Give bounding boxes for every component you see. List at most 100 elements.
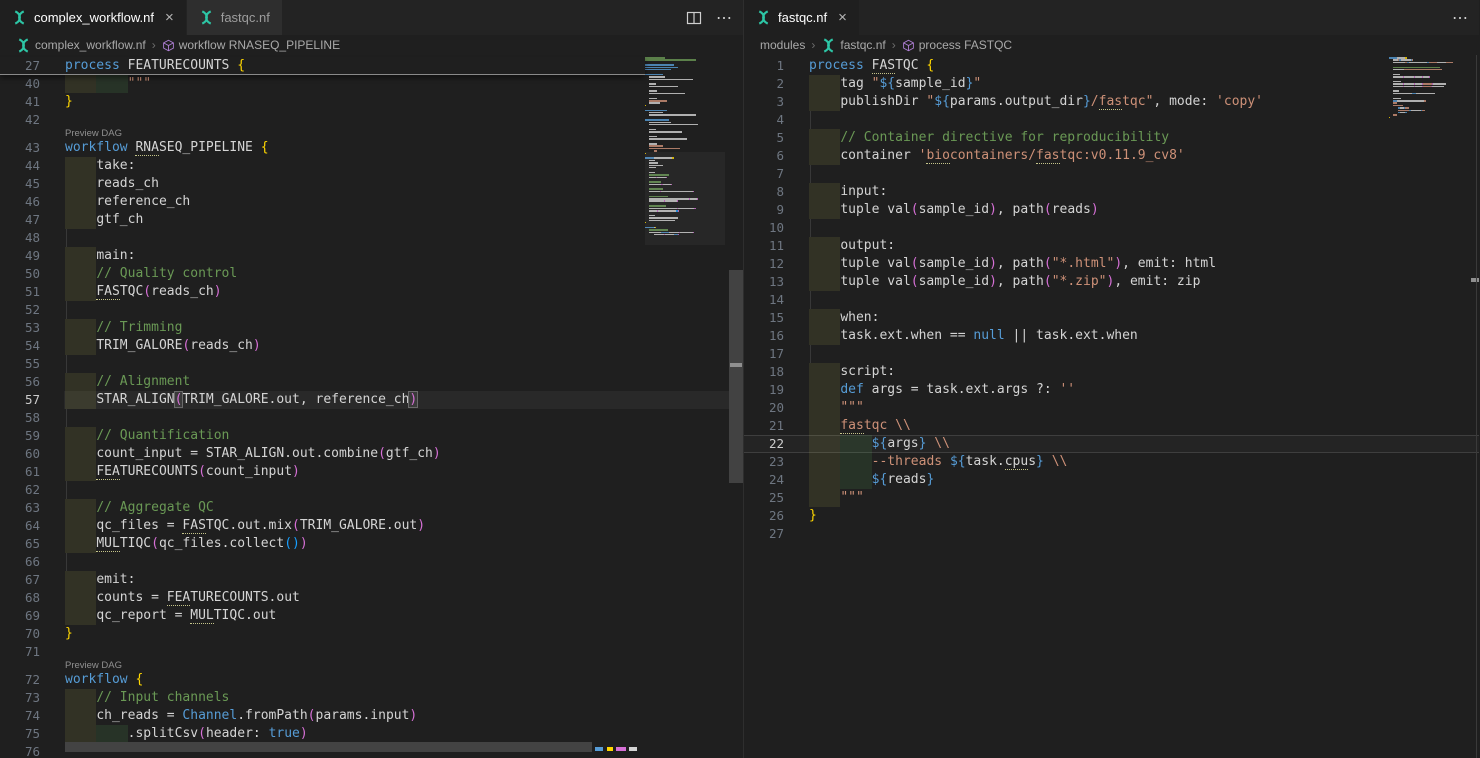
line-number: 59 [0, 427, 40, 445]
code-line-51[interactable]: 51FASTQC(reads_ch) [0, 283, 743, 301]
code-line-58[interactable]: 58 [0, 409, 743, 427]
horizontal-scrollbar-thumb[interactable] [65, 742, 592, 752]
breadcrumb-item[interactable]: complex_workflow.nf [16, 38, 146, 53]
code-line-27[interactable]: 27 [744, 525, 1479, 543]
code-line-62[interactable]: 62 [0, 481, 743, 499]
breadcrumb-item[interactable]: workflow RNASEQ_PIPELINE [162, 38, 340, 52]
code-line-64[interactable]: 64qc_files = FASTQC.out.mix(TRIM_GALORE.… [0, 517, 743, 535]
minimap-slider[interactable] [645, 152, 725, 245]
more-actions-icon[interactable]: ⋯ [716, 8, 733, 28]
tabs-container-right: fastqc.nf× [744, 0, 860, 35]
indent-highlight [809, 93, 840, 111]
tab-fastqc-nf[interactable]: fastqc.nf× [744, 0, 860, 35]
code-line-50[interactable]: 50// Quality control [0, 265, 743, 283]
code-line-49[interactable]: 49main: [0, 247, 743, 265]
code-line-25[interactable]: 25""" [744, 489, 1479, 507]
code-line-22[interactable]: 22${args} \\ [744, 435, 1479, 453]
code-line-61[interactable]: 61FEATURECOUNTS(count_input) [0, 463, 743, 481]
code-line-56[interactable]: 56// Alignment [0, 373, 743, 391]
code-line-23[interactable]: 23--threads ${task.cpus} \\ [744, 453, 1479, 471]
code-text: fastqc \\ [840, 417, 910, 435]
editor-right[interactable]: 1process FASTQC {2tag "${sample_id}"3pub… [744, 55, 1479, 758]
code-line-69[interactable]: 69qc_report = MULTIQC.out [0, 607, 743, 625]
code-line-46[interactable]: 46reference_ch [0, 193, 743, 211]
tab-complex-workflow-nf[interactable]: complex_workflow.nf × [0, 0, 187, 35]
code-line-11[interactable]: 11output: [744, 237, 1479, 255]
code-line-20[interactable]: 20""" [744, 399, 1479, 417]
breadcrumb-item[interactable]: process FASTQC [902, 38, 1012, 52]
line-number: 6 [744, 147, 784, 165]
code-line-17[interactable]: 17 [744, 345, 1479, 363]
code-line-54[interactable]: 54TRIM_GALORE(reads_ch) [0, 337, 743, 355]
code-line-74[interactable]: 74ch_reads = Channel.fromPath(params.inp… [0, 707, 743, 725]
minimap[interactable] [645, 57, 725, 239]
breadcrumb-item[interactable]: modules [760, 38, 805, 52]
tab-label: complex_workflow.nf [34, 10, 154, 25]
code-line-70[interactable]: 70} [0, 625, 743, 643]
tab-close-icon[interactable]: × [165, 10, 174, 25]
code-line-73[interactable]: 73// Input channels [0, 689, 743, 707]
code-line-68[interactable]: 68counts = FEATURECOUNTS.out [0, 589, 743, 607]
codelens-preview-dag[interactable]: Preview DAG [65, 128, 122, 139]
code-line-1[interactable]: 1process FASTQC { [744, 57, 1479, 75]
tab-close-icon[interactable]: × [838, 10, 847, 25]
code-line-3[interactable]: 3publishDir "${params.output_dir}/fastqc… [744, 93, 1479, 111]
code-line-48[interactable]: 48 [0, 229, 743, 247]
code-line-18[interactable]: 18script: [744, 363, 1479, 381]
indent-highlight [65, 391, 96, 409]
code-line-40[interactable]: 40""" [0, 75, 743, 93]
code-line-19[interactable]: 19def args = task.ext.args ?: '' [744, 381, 1479, 399]
codelens-preview-dag[interactable]: Preview DAG [65, 660, 122, 671]
horizontal-scrollbar[interactable] [0, 741, 645, 753]
code-line-66[interactable]: 66 [0, 553, 743, 571]
vertical-scrollbar-thumb[interactable] [729, 270, 743, 483]
code-line-8[interactable]: 8input: [744, 183, 1479, 201]
code-line-2[interactable]: 2tag "${sample_id}" [744, 75, 1479, 93]
code-line-43[interactable]: 43workflow RNASEQ_PIPELINE { [0, 139, 743, 157]
code-line-60[interactable]: 60count_input = STAR_ALIGN.out.combine(g… [0, 445, 743, 463]
code-line-7[interactable]: 7 [744, 165, 1479, 183]
code-line-4[interactable]: 4 [744, 111, 1479, 129]
code-line-53[interactable]: 53// Trimming [0, 319, 743, 337]
code-line-42[interactable]: 42 [0, 111, 743, 129]
breadcrumb-separator: › [150, 38, 158, 52]
code-line-14[interactable]: 14 [744, 291, 1479, 309]
editor-left[interactable]: 40"""41}42Preview DAG43workflow RNASEQ_P… [0, 55, 743, 758]
code-line-45[interactable]: 45reads_ch [0, 175, 743, 193]
code-line-21[interactable]: 21fastqc \\ [744, 417, 1479, 435]
code-line-16[interactable]: 16task.ext.when == null || task.ext.when [744, 327, 1479, 345]
code-line-57[interactable]: 57STAR_ALIGN(TRIM_GALORE.out, reference_… [0, 391, 743, 409]
code-line-9[interactable]: 9tuple val(sample_id), path(reads) [744, 201, 1479, 219]
code-line-47[interactable]: 47gtf_ch [0, 211, 743, 229]
sticky-scroll-line[interactable]: 27process FEATURECOUNTS { [0, 57, 645, 75]
tab-fastqc-nf[interactable]: fastqc.nf [187, 0, 283, 35]
code-text: } [65, 625, 73, 643]
code-line-26[interactable]: 26} [744, 507, 1479, 525]
code-line-6[interactable]: 6container 'biocontainers/fastqc:v0.11.9… [744, 147, 1479, 165]
split-editor-icon[interactable] [686, 10, 702, 26]
minimap[interactable] [1389, 57, 1469, 122]
code-line-10[interactable]: 10 [744, 219, 1479, 237]
code-line-5[interactable]: 5// Container directive for reproducibil… [744, 129, 1479, 147]
code-line-67[interactable]: 67emit: [0, 571, 743, 589]
code-line-72[interactable]: 72workflow { [0, 671, 743, 689]
code-line-55[interactable]: 55 [0, 355, 743, 373]
code-line-44[interactable]: 44take: [0, 157, 743, 175]
nextflow-icon [12, 10, 27, 25]
code-line-71[interactable]: 71 [0, 643, 743, 661]
more-actions-icon[interactable]: ⋯ [1452, 8, 1469, 28]
breadcrumb-item[interactable]: fastqc.nf [821, 38, 885, 53]
code-line-12[interactable]: 12tuple val(sample_id), path("*.html"), … [744, 255, 1479, 273]
code-text: gtf_ch [96, 211, 143, 229]
vertical-scrollbar[interactable] [729, 55, 743, 758]
line-number: 3 [744, 93, 784, 111]
code-line-65[interactable]: 65MULTIQC(qc_files.collect()) [0, 535, 743, 553]
code-text: """ [840, 489, 863, 507]
code-line-59[interactable]: 59// Quantification [0, 427, 743, 445]
code-line-41[interactable]: 41} [0, 93, 743, 111]
code-line-24[interactable]: 24${reads} [744, 471, 1479, 489]
code-line-15[interactable]: 15when: [744, 309, 1479, 327]
code-line-52[interactable]: 52 [0, 301, 743, 319]
code-line-13[interactable]: 13tuple val(sample_id), path("*.zip"), e… [744, 273, 1479, 291]
code-line-63[interactable]: 63// Aggregate QC [0, 499, 743, 517]
